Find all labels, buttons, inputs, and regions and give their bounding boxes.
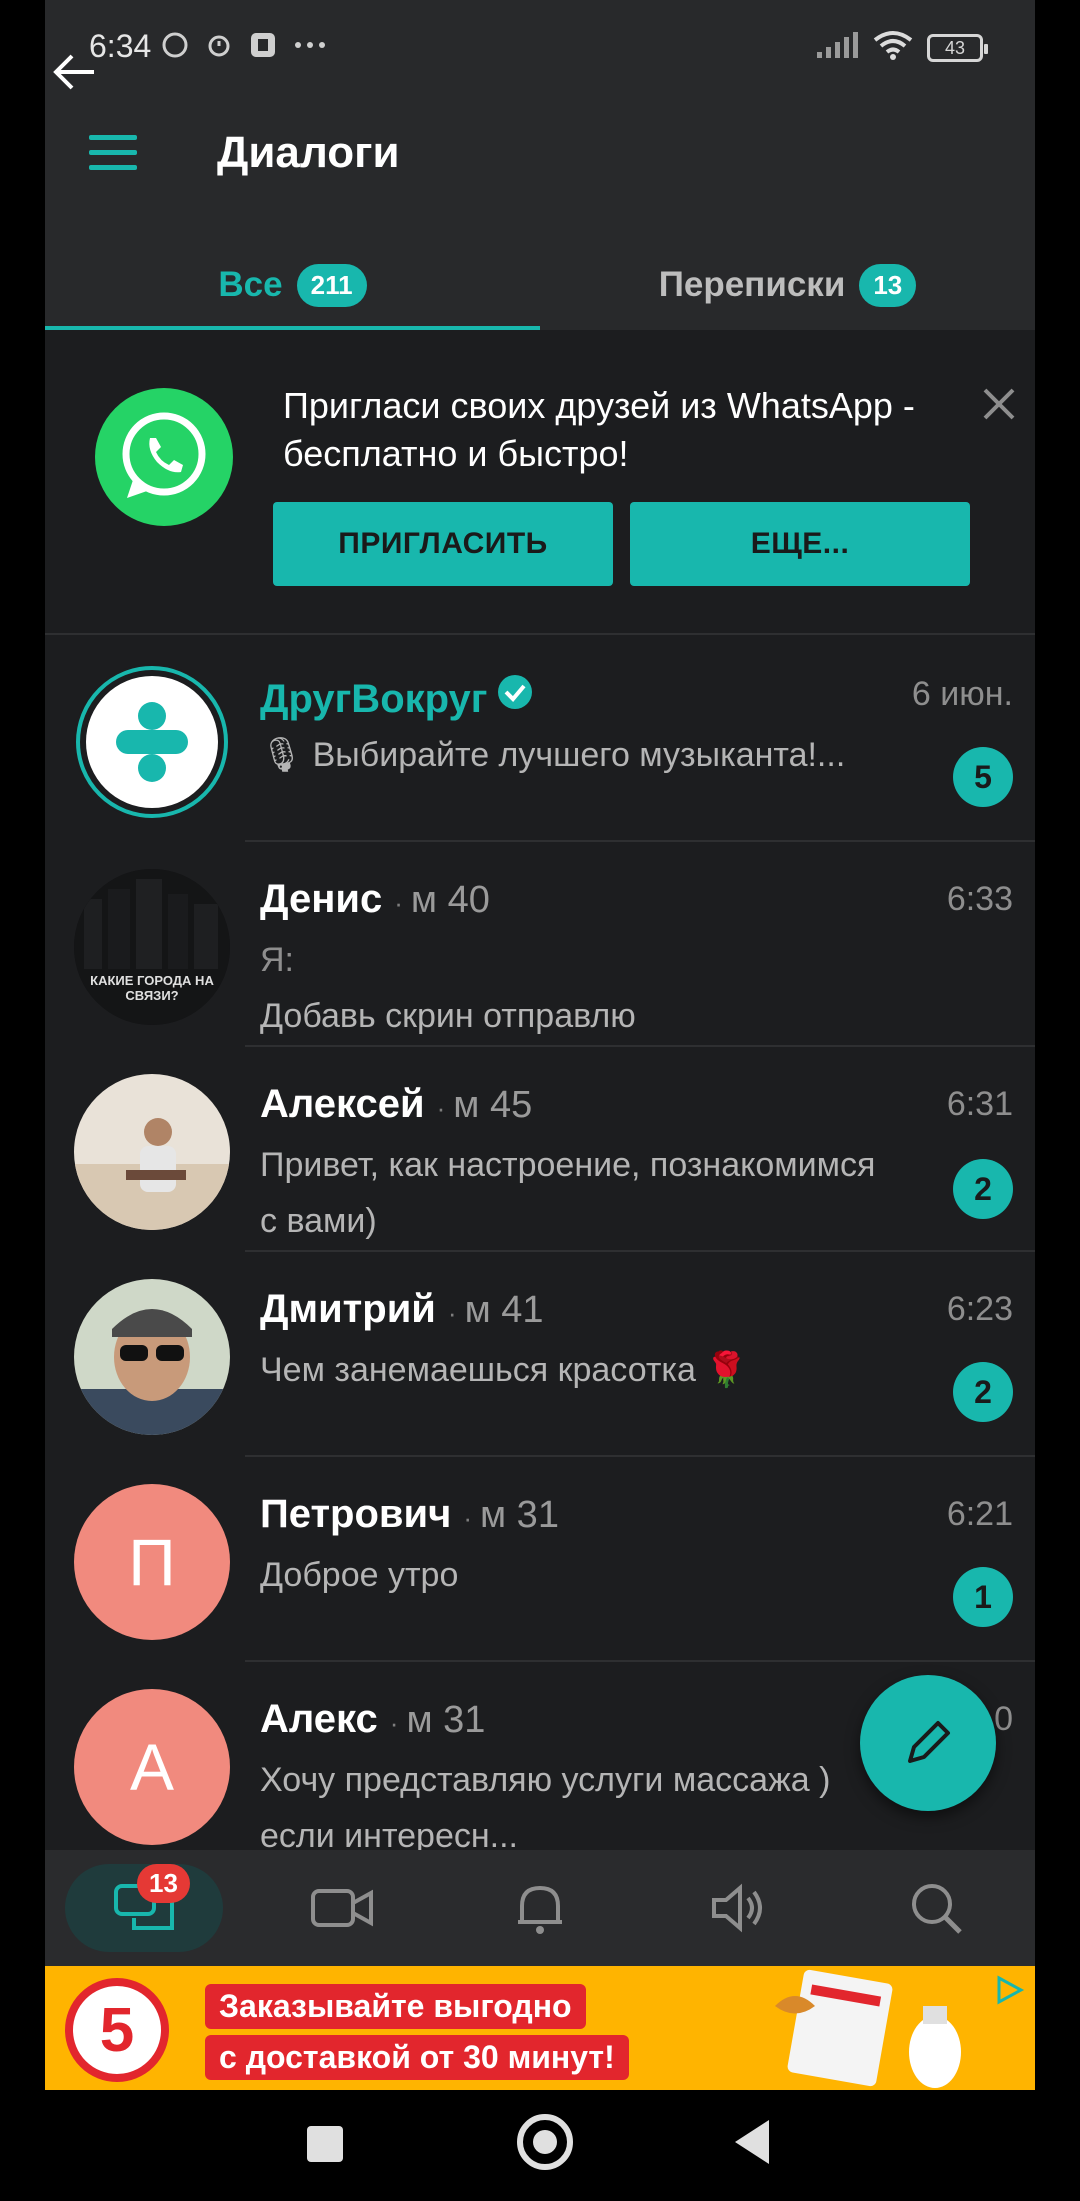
tab-correspondence-label: Переписки xyxy=(658,265,846,304)
chat-name: Алекс xyxy=(260,1697,378,1741)
chat-preview: Доброе утро xyxy=(260,1556,459,1594)
chat-row-dmitriy[interactable]: Дмитрий · м 41 6:23 Чем занемаешься крас… xyxy=(45,1252,1035,1457)
chat-row-petrovich[interactable]: П Петрович · м 31 6:21 Доброе утро 1 xyxy=(45,1457,1035,1662)
avatar xyxy=(74,1279,230,1435)
chat-name: Денис xyxy=(260,877,383,921)
preview-sender: Я: xyxy=(260,941,294,979)
close-icon[interactable] xyxy=(977,382,1021,426)
status-right-icons: 43 xyxy=(815,30,988,65)
chat-preview: Чем занемаешься красотка 🌹 xyxy=(260,1351,748,1389)
more-button[interactable]: ЕЩЕ... xyxy=(630,502,970,586)
chat-time: 6:21 xyxy=(946,1495,1013,1533)
tab-correspondence[interactable]: Переписки 13 xyxy=(540,240,1035,330)
unread-badge: 5 xyxy=(953,747,1013,807)
chat-name: Петрович xyxy=(260,1492,452,1536)
ad-line-2: с доставкой от 30 минут! xyxy=(205,2035,629,2080)
status-bar: 6:34 43 xyxy=(45,0,1035,96)
status-notification-icons xyxy=(160,30,328,65)
app-notification-icon xyxy=(248,30,278,65)
battery-icon: 43 xyxy=(927,33,988,62)
chat-time: 6 июн. xyxy=(911,675,1013,713)
pencil-icon xyxy=(908,1721,950,1763)
whatsapp-logo-icon xyxy=(95,388,233,526)
chat-preview: 🎙 Выбирайте лучшего музыканта!... xyxy=(260,736,846,774)
chat-meta: м 40 xyxy=(410,879,490,921)
bottom-navigation: 13 xyxy=(45,1850,1035,1966)
avatar xyxy=(74,664,230,820)
back-arrow-icon[interactable] xyxy=(50,48,98,96)
verified-icon xyxy=(495,672,535,717)
whatsapp-notification-icon xyxy=(160,30,190,65)
tab-bar: Все 211 Переписки 13 xyxy=(45,240,1035,330)
chat-preview: Хочу представляю услуги массажа ) если и… xyxy=(260,1761,831,1850)
chat-time: 6:31 xyxy=(946,1085,1013,1123)
avatar: КАКИЕ ГОРОДА НА СВЯЗИ? xyxy=(74,869,230,1025)
avatar xyxy=(74,1074,230,1230)
invite-button[interactable]: ПРИГЛАСИТЬ xyxy=(273,502,613,586)
unread-badge: 2 xyxy=(953,1362,1013,1422)
bell-icon xyxy=(518,1885,562,1934)
top-bar: 6:34 43 Диалоги Все 211 Переписки 13 xyxy=(45,0,1035,331)
hamburger-menu-icon[interactable] xyxy=(89,135,137,173)
avatar-caption: КАКИЕ ГОРОДА НА СВЯЗИ? xyxy=(90,973,214,1003)
chat-list: ДругВокруг 6 июн. 🎙 Выбирайте лучшего му… xyxy=(45,637,1035,1850)
avatar: А xyxy=(74,1689,230,1845)
wifi-icon xyxy=(873,30,913,65)
tab-all[interactable]: Все 211 xyxy=(45,240,540,330)
home-button[interactable] xyxy=(517,2114,573,2170)
ad-choices-icon[interactable] xyxy=(991,1972,1027,2008)
chat-name: Дмитрий xyxy=(260,1287,436,1331)
chat-meta: м 41 xyxy=(464,1289,544,1331)
avatar: П xyxy=(74,1484,230,1640)
ad-banner[interactable]: 5 Заказывайте выгодно с доставкой от 30 … xyxy=(45,1966,1035,2090)
video-camera-icon xyxy=(311,1889,373,1927)
nav-notifications[interactable] xyxy=(441,1850,639,1966)
preview-text: Добавь скрин отправлю xyxy=(260,997,636,1035)
app-screen: 6:34 43 Диалоги Все 211 Переписки 13 При… xyxy=(45,0,1035,2201)
compose-button[interactable] xyxy=(860,1675,996,1811)
tab-all-count-badge: 211 xyxy=(296,263,367,307)
speaker-icon xyxy=(712,1883,762,1933)
ad-text: Заказывайте выгодно с доставкой от 30 ми… xyxy=(205,1984,629,2086)
chat-time: 6:33 xyxy=(946,880,1013,918)
ad-logo: 5 xyxy=(65,1978,169,2082)
nav-broadcast[interactable] xyxy=(639,1850,837,1966)
chat-meta: м 45 xyxy=(453,1084,533,1126)
unread-badge: 2 xyxy=(953,1159,1013,1219)
recent-apps-button[interactable] xyxy=(307,2126,343,2162)
search-icon xyxy=(912,1884,962,1934)
status-time: 6:34 xyxy=(89,28,152,64)
ad-products-image xyxy=(775,1969,961,2088)
chat-meta: м 31 xyxy=(480,1494,559,1536)
more-notifications-icon xyxy=(292,30,328,65)
system-back-button[interactable] xyxy=(735,2120,769,2164)
chat-row-aleksey[interactable]: Алексей · м 45 6:31 Привет, как настроен… xyxy=(45,1047,1035,1252)
signal-icon xyxy=(815,30,859,65)
tab-all-label: Все xyxy=(218,265,283,304)
chat-row-drugvokrug[interactable]: ДругВокруг 6 июн. 🎙 Выбирайте лучшего му… xyxy=(45,637,1035,842)
nav-messages[interactable]: 13 xyxy=(45,1850,243,1966)
chat-preview: Я: Добавь скрин отправлю xyxy=(260,932,900,1044)
tab-correspondence-count-badge: 13 xyxy=(859,263,917,307)
page-title: Диалоги xyxy=(217,128,400,177)
chat-row-denis[interactable]: КАКИЕ ГОРОДА НА СВЯЗИ? Денис · м 40 6:33… xyxy=(45,842,1035,1047)
messages-badge: 13 xyxy=(137,1864,190,1903)
invite-message: Пригласи своих друзей из WhatsApp - бесп… xyxy=(283,385,915,474)
chat-time: 6:23 xyxy=(946,1290,1013,1328)
chat-preview: Привет, как настроение, познакомимся с в… xyxy=(260,1146,876,1240)
chat-time: 0 xyxy=(994,1700,1013,1738)
app-bar: Диалоги xyxy=(45,110,1035,200)
system-navigation-bar xyxy=(45,2090,1035,2201)
unread-badge: 1 xyxy=(953,1567,1013,1627)
chat-name: Алексей xyxy=(260,1082,425,1126)
chat-name: ДругВокруг xyxy=(260,677,488,721)
alarm-icon xyxy=(204,30,234,65)
chat-meta: м 31 xyxy=(406,1699,486,1741)
ad-line-1: Заказывайте выгодно xyxy=(205,1984,586,2029)
invite-banner: Пригласи своих друзей из WhatsApp - бесп… xyxy=(45,330,1035,635)
nav-search[interactable] xyxy=(837,1850,1035,1966)
nav-video[interactable] xyxy=(243,1850,441,1966)
